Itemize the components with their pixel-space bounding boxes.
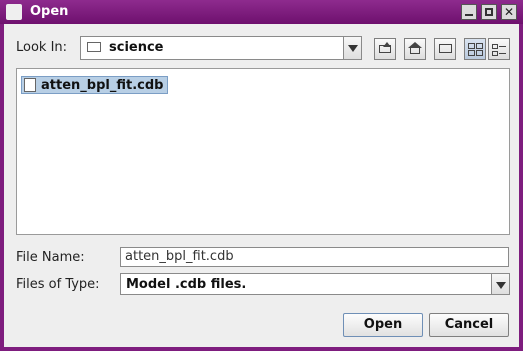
- dialog-content: Look In: science atten_bpl_fit.cdb File …: [4, 24, 519, 347]
- maximize-icon[interactable]: [481, 4, 497, 20]
- close-icon[interactable]: ✕: [501, 4, 517, 20]
- files-of-type-value: Model .cdb files.: [126, 277, 247, 292]
- open-dialog: Open ✕ Look In: science atten_bpl_fit.cd…: [0, 0, 523, 351]
- details-view-icon[interactable]: [488, 38, 510, 60]
- file-list[interactable]: atten_bpl_fit.cdb: [16, 68, 510, 235]
- look-in-combobox[interactable]: science: [80, 36, 362, 60]
- title-bar[interactable]: Open ✕: [0, 0, 523, 24]
- minimize-icon[interactable]: [461, 4, 477, 20]
- java-coffee-icon: [6, 4, 22, 20]
- folder-icon: [87, 42, 101, 52]
- file-name-label: File Name:: [16, 250, 85, 265]
- look-in-label: Look In:: [16, 40, 68, 55]
- files-of-type-label: Files of Type:: [16, 277, 100, 292]
- list-item[interactable]: atten_bpl_fit.cdb: [21, 76, 169, 94]
- look-in-value: science: [109, 40, 164, 55]
- cancel-button[interactable]: Cancel: [429, 313, 509, 337]
- chevron-down-icon[interactable]: [343, 37, 361, 59]
- file-name-text: atten_bpl_fit.cdb: [41, 77, 164, 93]
- file-name-field[interactable]: atten_bpl_fit.cdb: [120, 247, 509, 267]
- up-folder-icon[interactable]: [374, 38, 396, 60]
- new-folder-icon[interactable]: [434, 38, 456, 60]
- chevron-down-icon[interactable]: [491, 274, 509, 294]
- file-icon: [24, 78, 36, 92]
- files-of-type-combobox[interactable]: Model .cdb files.: [120, 273, 510, 295]
- list-view-icon[interactable]: [464, 38, 486, 60]
- window-title: Open: [30, 4, 69, 19]
- home-icon[interactable]: [404, 38, 426, 60]
- open-button[interactable]: Open: [343, 313, 423, 337]
